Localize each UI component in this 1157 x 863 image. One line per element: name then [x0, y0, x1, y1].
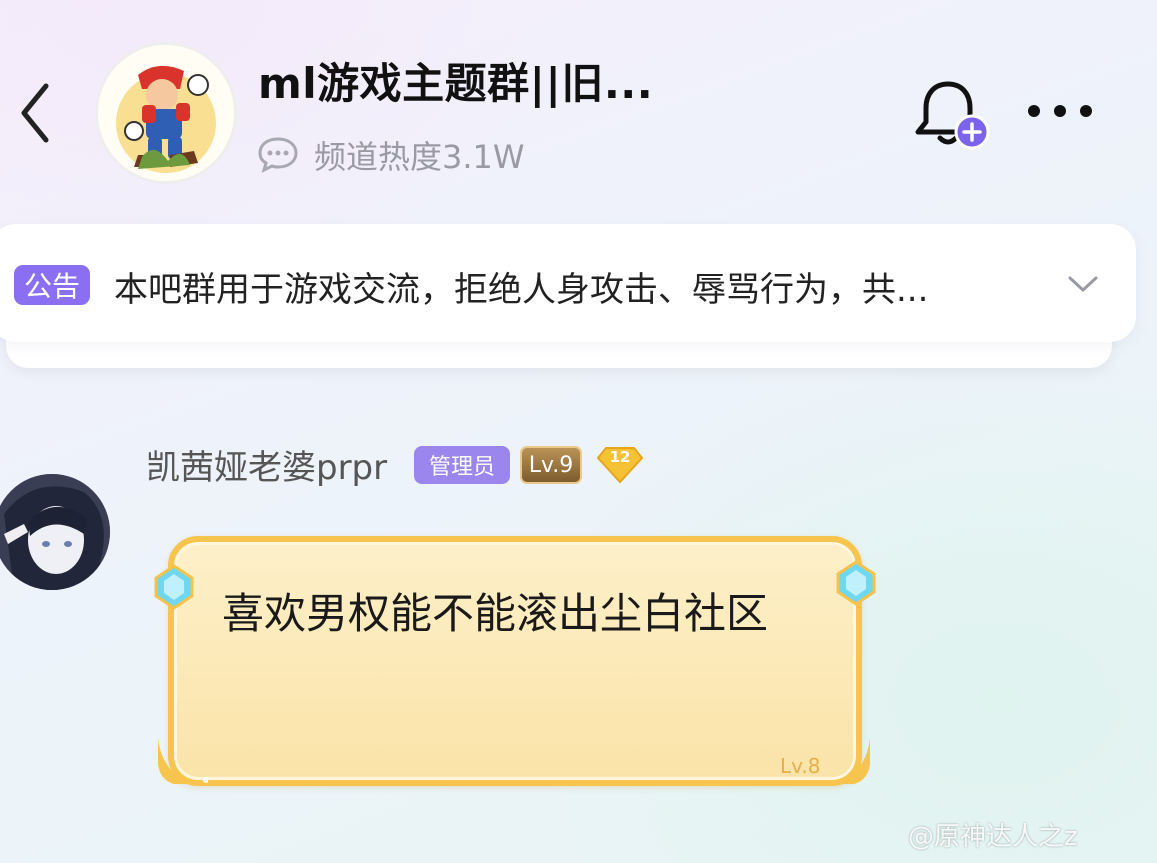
- user-avatar[interactable]: [0, 474, 110, 590]
- group-title: ml游戏主题群||旧...: [258, 59, 654, 108]
- group-avatar[interactable]: [98, 45, 234, 181]
- message-text: 喜欢男权能不能滚出尘白社区: [222, 589, 769, 638]
- channel-heat: 频道热度3.1W: [258, 132, 525, 178]
- username[interactable]: 凯茜娅老婆prpr: [146, 440, 387, 489]
- bubble-corner-right-icon: [824, 738, 870, 784]
- message-bubble[interactable]: [168, 536, 862, 786]
- chevron-down-icon[interactable]: [1062, 268, 1104, 298]
- dot: [1028, 105, 1040, 117]
- mario-avatar-image: [98, 45, 234, 181]
- gem-right-icon: [836, 560, 876, 606]
- admin-badge: 管理员: [414, 446, 510, 484]
- dot: [1054, 105, 1066, 117]
- gem-left-icon: [154, 564, 194, 610]
- watermark: @原神达人之z: [908, 822, 1078, 852]
- bubble-corner-left-icon: [158, 738, 208, 784]
- rank-badge-value: 12: [609, 448, 631, 466]
- heat-label: 频道热度3.1W: [314, 138, 525, 176]
- notice-text: 本吧群用于游戏交流，拒绝人身攻击、辱骂行为，共...: [114, 270, 929, 310]
- back-chevron-icon[interactable]: [14, 78, 58, 148]
- bell-plus-icon[interactable]: [912, 78, 994, 152]
- dot: [1080, 105, 1092, 117]
- notice-badge: 公告: [14, 265, 90, 305]
- more-options-icon[interactable]: [1028, 96, 1092, 126]
- chat-bubbles-icon: [258, 137, 298, 173]
- bubble-level-label: Lv.8: [780, 754, 821, 778]
- anime-avatar-image: [0, 474, 110, 590]
- level-badge: Lv.9: [520, 446, 582, 484]
